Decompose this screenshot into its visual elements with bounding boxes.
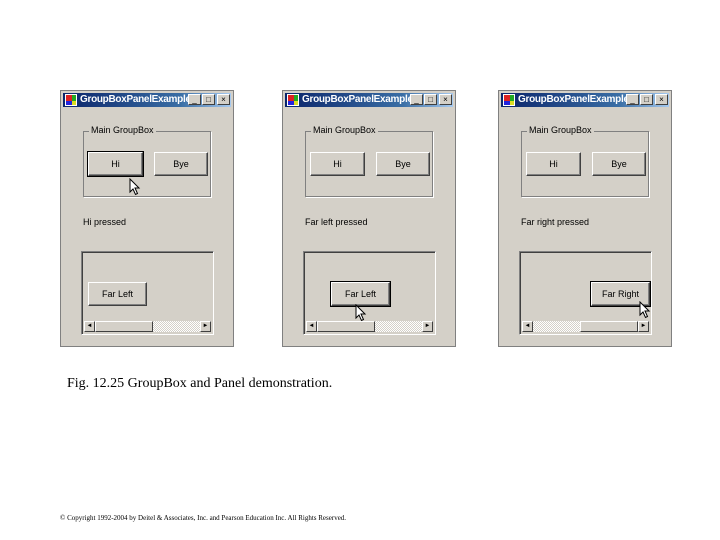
groupbox-label: Main GroupBox xyxy=(527,125,594,136)
horizontal-scrollbar[interactable]: ◄ ► xyxy=(306,321,433,332)
minimize-icon[interactable]: _ xyxy=(410,94,423,105)
main-groupbox: Main GroupBox Hi Bye xyxy=(83,125,211,197)
scroll-right-icon[interactable]: ► xyxy=(422,321,433,332)
app-icon xyxy=(503,94,515,106)
main-groupbox: Main GroupBox Hi Bye xyxy=(305,125,433,197)
maximize-icon[interactable]: □ xyxy=(424,94,437,105)
scroll-track[interactable] xyxy=(317,321,422,332)
far-left-button[interactable]: Far Left xyxy=(88,282,147,306)
app-icon xyxy=(287,94,299,106)
mouse-cursor-icon xyxy=(639,301,651,319)
app-window-hi: GroupBoxPanelExample _ □ × Main GroupBox… xyxy=(60,90,234,347)
scroll-thumb[interactable] xyxy=(580,321,638,332)
close-icon[interactable]: × xyxy=(217,94,230,105)
title-bar[interactable]: GroupBoxPanelExample _ □ × xyxy=(285,93,453,107)
scroll-track[interactable] xyxy=(533,321,638,332)
mouse-cursor-icon xyxy=(129,178,141,196)
window-title: GroupBoxPanelExample xyxy=(518,94,629,105)
horizontal-scrollbar[interactable]: ◄ ► xyxy=(522,321,649,332)
bye-button[interactable]: Bye xyxy=(154,152,208,176)
copyright-notice: © Copyright 1992-2004 by Deitel & Associ… xyxy=(60,514,347,522)
scroll-left-icon[interactable]: ◄ xyxy=(84,321,95,332)
window-title: GroupBoxPanelExample xyxy=(302,94,413,105)
figure-caption: Fig. 12.25 GroupBox and Panel demonstrat… xyxy=(67,376,333,391)
close-icon[interactable]: × xyxy=(439,94,452,105)
mouse-cursor-icon xyxy=(355,304,367,322)
window-title: GroupBoxPanelExample xyxy=(80,94,191,105)
scroll-panel: Far Right ◄ ► xyxy=(519,251,652,335)
groupbox-label: Main GroupBox xyxy=(311,125,378,136)
title-bar[interactable]: GroupBoxPanelExample _ □ × xyxy=(501,93,669,107)
scroll-right-icon[interactable]: ► xyxy=(200,321,211,332)
app-window-far-left: GroupBoxPanelExample _ □ × Main GroupBox… xyxy=(282,90,456,347)
minimize-icon[interactable]: _ xyxy=(626,94,639,105)
scroll-left-icon[interactable]: ◄ xyxy=(522,321,533,332)
scroll-panel: Far Left ◄ ► xyxy=(303,251,436,335)
groupbox-label: Main GroupBox xyxy=(89,125,156,136)
minimize-icon[interactable]: _ xyxy=(188,94,201,105)
close-icon[interactable]: × xyxy=(655,94,668,105)
status-label: Far right pressed xyxy=(521,217,590,227)
horizontal-scrollbar[interactable]: ◄ ► xyxy=(84,321,211,332)
scroll-track[interactable] xyxy=(95,321,200,332)
hi-button[interactable]: Hi xyxy=(526,152,581,176)
app-window-far-right: GroupBoxPanelExample _ □ × Main GroupBox… xyxy=(498,90,672,347)
hi-button[interactable]: Hi xyxy=(310,152,365,176)
scroll-right-icon[interactable]: ► xyxy=(638,321,649,332)
scroll-left-icon[interactable]: ◄ xyxy=(306,321,317,332)
scroll-panel: Far Left ◄ ► xyxy=(81,251,214,335)
scroll-thumb[interactable] xyxy=(95,321,153,332)
status-label: Far left pressed xyxy=(305,217,368,227)
scroll-thumb[interactable] xyxy=(317,321,375,332)
hi-button[interactable]: Hi xyxy=(87,151,144,177)
maximize-icon[interactable]: □ xyxy=(640,94,653,105)
app-icon xyxy=(65,94,77,106)
bye-button[interactable]: Bye xyxy=(376,152,430,176)
far-left-button[interactable]: Far Left xyxy=(330,281,391,307)
status-label: Hi pressed xyxy=(83,217,127,227)
main-groupbox: Main GroupBox Hi Bye xyxy=(521,125,649,197)
maximize-icon[interactable]: □ xyxy=(202,94,215,105)
title-bar[interactable]: GroupBoxPanelExample _ □ × xyxy=(63,93,231,107)
bye-button[interactable]: Bye xyxy=(592,152,646,176)
